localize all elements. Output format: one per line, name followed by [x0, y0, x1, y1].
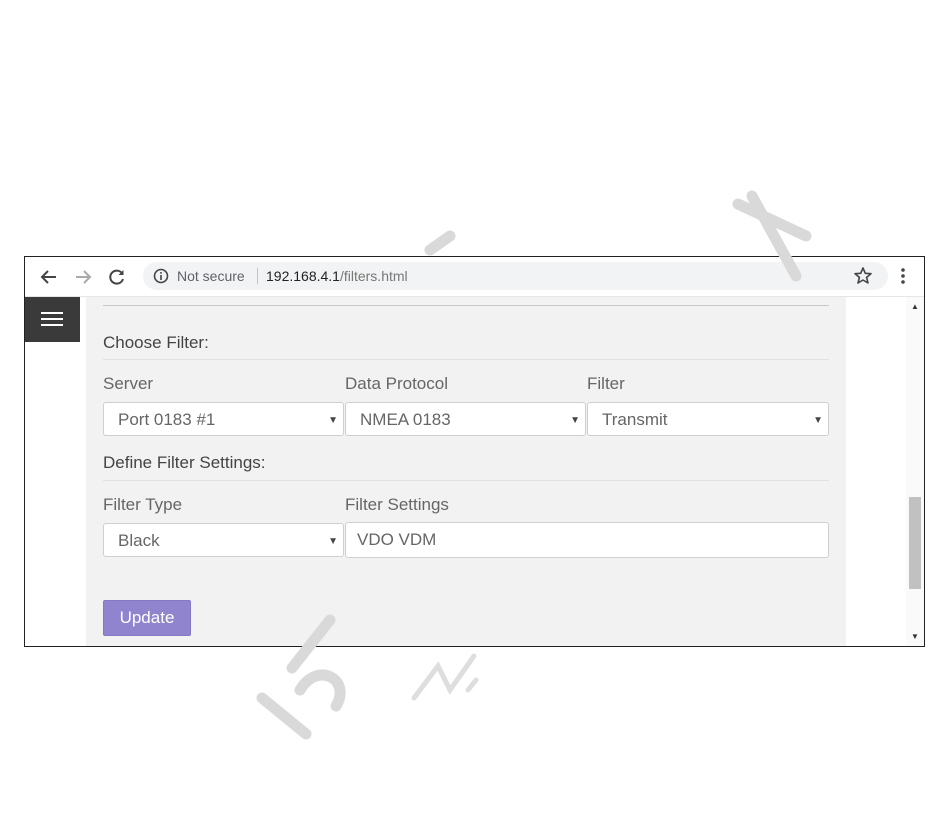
forward-button[interactable] [72, 266, 94, 288]
browser-window: Not secure 192.168.4.1/filters.html Choo… [24, 256, 925, 647]
back-button[interactable] [38, 266, 60, 288]
kebab-menu-icon[interactable] [893, 266, 913, 286]
hamburger-icon [41, 324, 63, 326]
back-icon [40, 270, 56, 284]
data-protocol-select-value: NMEA 0183 [360, 410, 451, 429]
page-viewport: Choose Filter: Server Data Protocol Filt… [25, 297, 924, 646]
server-label: Server [103, 374, 154, 393]
address-separator [257, 268, 258, 284]
filter-select-value: Transmit [602, 410, 668, 429]
hamburger-menu-button[interactable] [25, 297, 80, 342]
url-text[interactable]: 192.168.4.1/filters.html [266, 268, 408, 284]
chevron-down-icon: ▼ [570, 415, 580, 426]
reload-button[interactable] [106, 266, 128, 288]
divider [103, 480, 829, 481]
security-status: Not secure [177, 268, 245, 284]
hamburger-icon [41, 312, 63, 314]
filter-panel: Choose Filter: Server Data Protocol Filt… [86, 297, 846, 646]
chevron-down-icon: ▼ [328, 536, 338, 547]
scroll-up-arrow[interactable]: ▲ [911, 302, 919, 311]
choose-filter-heading: Choose Filter: [103, 333, 209, 352]
chevron-down-icon: ▼ [813, 415, 823, 426]
server-select[interactable]: Port 0183 #1 ▼ [103, 402, 344, 436]
star-icon[interactable] [853, 266, 873, 286]
divider [103, 359, 829, 360]
data-protocol-label: Data Protocol [345, 374, 448, 393]
filter-select[interactable]: Transmit ▼ [587, 402, 829, 436]
reload-icon [109, 269, 124, 285]
update-button[interactable]: Update [103, 600, 191, 636]
define-filter-settings-heading: Define Filter Settings: [103, 453, 266, 472]
scroll-down-arrow[interactable]: ▼ [911, 632, 919, 641]
info-icon[interactable] [153, 268, 169, 284]
divider [103, 305, 829, 306]
url-host: 192.168.4.1 [266, 268, 340, 284]
data-protocol-select[interactable]: NMEA 0183 ▼ [345, 402, 586, 436]
server-select-value: Port 0183 #1 [118, 410, 216, 429]
filter-type-select[interactable]: Black ▼ [103, 523, 344, 557]
filter-settings-value: VDO VDM [357, 530, 437, 549]
vertical-scrollbar[interactable]: ▲ ▼ [906, 297, 924, 646]
address-bar[interactable]: Not secure 192.168.4.1/filters.html [143, 262, 888, 290]
filter-settings-label: Filter Settings [345, 495, 449, 514]
hamburger-icon [41, 318, 63, 320]
browser-toolbar: Not secure 192.168.4.1/filters.html [25, 257, 924, 297]
scroll-thumb[interactable] [909, 497, 921, 589]
filter-settings-input[interactable]: VDO VDM [345, 522, 829, 558]
filter-type-label: Filter Type [103, 495, 183, 514]
chevron-down-icon: ▼ [328, 415, 338, 426]
filter-label: Filter [587, 374, 625, 393]
forward-icon [76, 270, 92, 284]
url-path: /filters.html [339, 268, 408, 284]
filter-type-select-value: Black [118, 531, 160, 550]
